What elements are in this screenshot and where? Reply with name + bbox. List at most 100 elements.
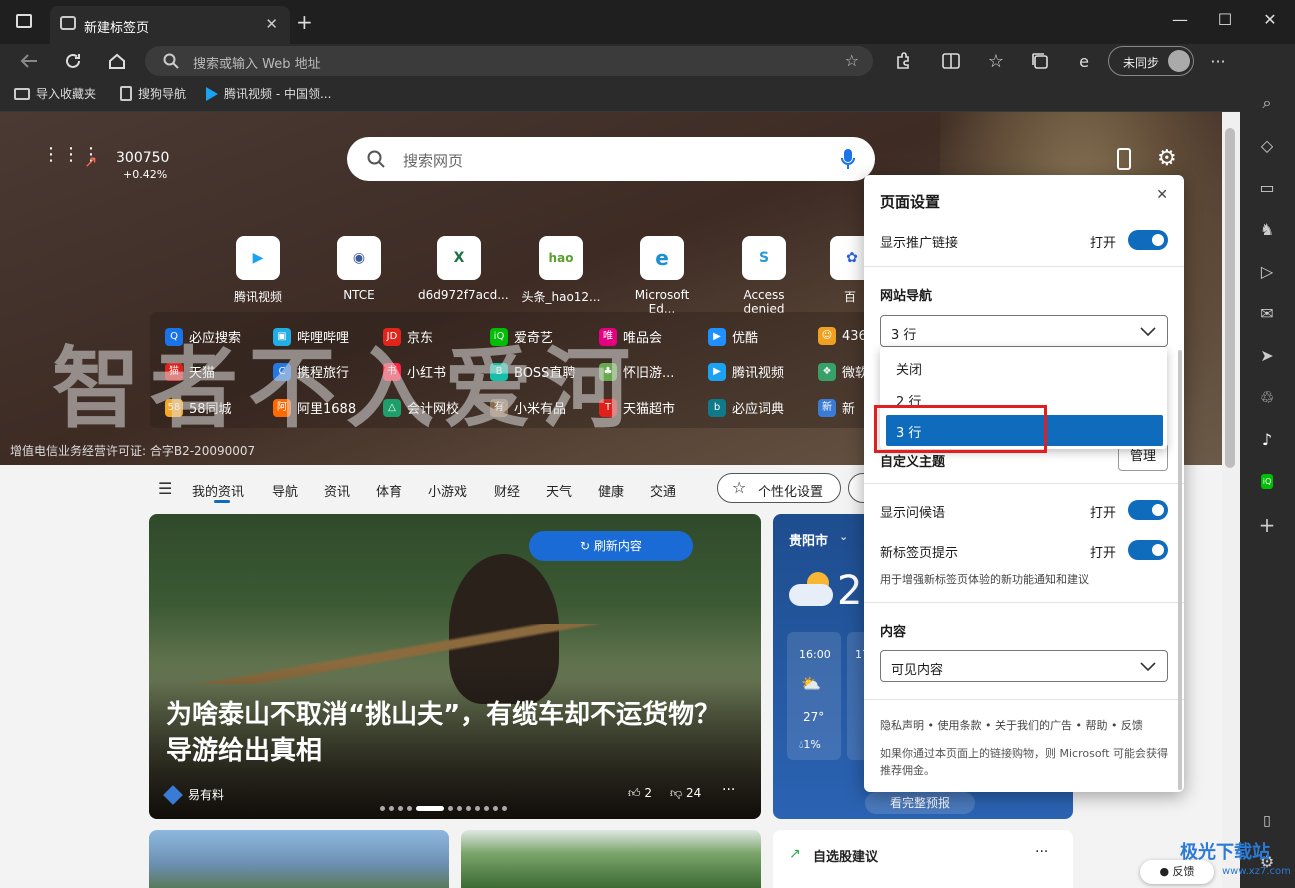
split-screen-icon[interactable]	[938, 49, 964, 73]
tiktok-icon[interactable]: ♪	[1254, 426, 1280, 452]
extensions-icon[interactable]	[890, 49, 916, 73]
profile-sync-button[interactable]: 未同步	[1108, 46, 1194, 76]
carousel-dot[interactable]	[466, 806, 471, 811]
feed-tab-games[interactable]: 小游戏	[428, 481, 467, 500]
games-icon[interactable]: ♞	[1254, 216, 1280, 242]
hide-sidebar-icon[interactable]: ▯	[1254, 808, 1280, 834]
search-sidebar-icon[interactable]: ⌕	[1254, 90, 1280, 116]
site-nav-select[interactable]: 3 行	[880, 315, 1168, 347]
iqiyi-icon[interactable]: iQ	[1254, 468, 1280, 494]
more-options-icon[interactable]: ···	[1035, 844, 1048, 860]
media-icon[interactable]: ▷	[1254, 258, 1280, 284]
footer-links[interactable]: 隐私声明 • 使用条款 • 关于我们的广告 • 帮助 • 反馈	[880, 717, 1143, 733]
dislike-button[interactable]: 👎︎ 24	[670, 786, 701, 801]
carousel-dot-active[interactable]	[416, 806, 444, 811]
feed-tab-news[interactable]: 资讯	[324, 481, 350, 500]
full-forecast-link[interactable]: 看完整预报	[865, 792, 975, 814]
carousel-dot[interactable]	[380, 806, 385, 811]
collections-icon[interactable]	[1027, 49, 1053, 73]
feed-tab-health[interactable]: 健康	[598, 481, 624, 500]
address-bar[interactable]: 搜索或输入 Web 地址 ☆	[145, 46, 873, 76]
refresh-content-button[interactable]: ↻ 刷新内容	[529, 531, 693, 561]
news-source[interactable]: 易有料	[163, 784, 224, 805]
quick-link-tile[interactable]: ◉ NTCE	[324, 236, 394, 302]
news-card-bottom[interactable]	[149, 830, 449, 888]
site-logo-icon: ▶	[708, 362, 726, 381]
favorites-icon[interactable]: ☆	[983, 49, 1009, 73]
nav-link[interactable]: b 必应词典	[708, 398, 784, 417]
stock-suggestion-card[interactable]: ↗ 自选股建议 ···	[773, 830, 1073, 888]
web-search-box[interactable]: 搜索网页	[347, 137, 875, 181]
news-headline[interactable]: 为啥泰山不取消“挑山夫”，有缆车却不运货物？导游给出真相	[166, 697, 726, 769]
feedback-icon: ●	[1159, 865, 1173, 878]
dropdown-option-off[interactable]: 关闭	[896, 359, 922, 378]
promo-links-toggle[interactable]	[1128, 230, 1168, 250]
weather-city[interactable]: 贵阳市	[789, 530, 828, 549]
add-favorite-icon[interactable]: ☆	[845, 51, 859, 70]
settings-gear-icon[interactable]: ⚙	[1157, 146, 1177, 171]
hamburger-menu-icon[interactable]: ☰	[158, 479, 172, 498]
shopping-tag-icon[interactable]: ◇	[1254, 132, 1280, 158]
content-select[interactable]: 可见内容	[880, 650, 1168, 682]
favorite-import[interactable]: 导入收藏夹	[14, 85, 96, 102]
chevron-down-icon[interactable]: ⌄	[839, 530, 848, 543]
workspaces-icon[interactable]	[16, 14, 32, 28]
close-window-button[interactable]: ✕	[1250, 10, 1290, 29]
feed-tab-nav[interactable]: 导航	[272, 481, 298, 500]
quick-link-tile[interactable]: hao 头条_hao12...	[518, 236, 604, 305]
nav-link[interactable]: ▶ 优酷	[708, 327, 758, 346]
favorite-tencent-video[interactable]: 腾讯视频 - 中国领...	[206, 85, 331, 102]
dislike-count: 24	[686, 786, 702, 800]
nav-link[interactable]: 新新	[818, 398, 855, 417]
feed-tab-finance[interactable]: 财经	[494, 481, 520, 500]
carousel-dot[interactable]	[457, 806, 462, 811]
feed-tab-mine[interactable]: 我的资讯	[192, 481, 244, 500]
nav-link[interactable]: ▶ 腾讯视频	[708, 362, 784, 381]
add-sidebar-app-icon[interactable]: +	[1254, 512, 1280, 538]
new-tab-button[interactable]: +	[296, 10, 313, 34]
like-button[interactable]: 👍︎ 2	[628, 786, 652, 801]
carousel-dot[interactable]	[493, 806, 498, 811]
carousel-dot[interactable]	[475, 806, 480, 811]
notification-icon[interactable]: ♲	[1254, 384, 1280, 410]
feed-tab-sports[interactable]: 体育	[376, 481, 402, 500]
panel-scrollbar[interactable]	[1178, 350, 1182, 790]
quick-link-tile[interactable]: X d6d972f7acd...	[418, 236, 509, 302]
close-tab-icon[interactable]: ✕	[265, 15, 278, 33]
carousel-dot[interactable]	[389, 806, 394, 811]
scrollbar-thumb[interactable]	[1225, 128, 1235, 468]
tips-toggle[interactable]	[1128, 540, 1168, 560]
greeting-toggle[interactable]	[1128, 500, 1168, 520]
outlook-icon[interactable]: ✉	[1254, 300, 1280, 326]
carousel-dot[interactable]	[398, 806, 403, 811]
quick-link-tile[interactable]: S Access denied	[722, 236, 806, 316]
home-button[interactable]	[104, 49, 130, 73]
maximize-button[interactable]: ☐	[1205, 10, 1245, 29]
tab-new-tab[interactable]: 新建标签页 ✕	[50, 6, 290, 44]
more-options-icon[interactable]: ···	[722, 782, 735, 798]
more-menu-icon[interactable]: ···	[1205, 49, 1231, 73]
carousel-dot[interactable]	[502, 806, 507, 811]
favorite-sogou[interactable]: 搜狗导航	[120, 85, 186, 102]
microphone-icon[interactable]	[841, 148, 855, 170]
browser-essentials-icon[interactable]: e	[1071, 49, 1097, 73]
tools-icon[interactable]: ▭	[1254, 174, 1280, 200]
feed-tab-weather[interactable]: 天气	[546, 481, 572, 500]
send-icon[interactable]: ➤	[1254, 342, 1280, 368]
nav-link[interactable]: ☺ 436	[818, 327, 867, 345]
carousel-dot[interactable]	[484, 806, 489, 811]
close-panel-icon[interactable]: ✕	[1156, 187, 1168, 203]
favorite-label: 搜狗导航	[138, 87, 187, 101]
carousel-dot[interactable]	[448, 806, 453, 811]
quick-link-tile[interactable]: ▶ 腾讯视频	[223, 236, 293, 305]
quick-link-tile[interactable]: e Microsoft Ed...	[620, 236, 704, 316]
minimize-button[interactable]: —	[1160, 10, 1200, 29]
back-button[interactable]	[16, 49, 42, 73]
feed-tab-traffic[interactable]: 交通	[650, 481, 676, 500]
personalize-button[interactable]: ☆ 个性化设置	[717, 473, 841, 503]
news-card-bottom[interactable]	[461, 830, 761, 888]
nav-link[interactable]: ❖ 微软	[818, 362, 868, 381]
carousel-dot[interactable]	[407, 806, 412, 811]
mobile-icon[interactable]	[1117, 148, 1131, 170]
refresh-button[interactable]	[60, 49, 86, 73]
